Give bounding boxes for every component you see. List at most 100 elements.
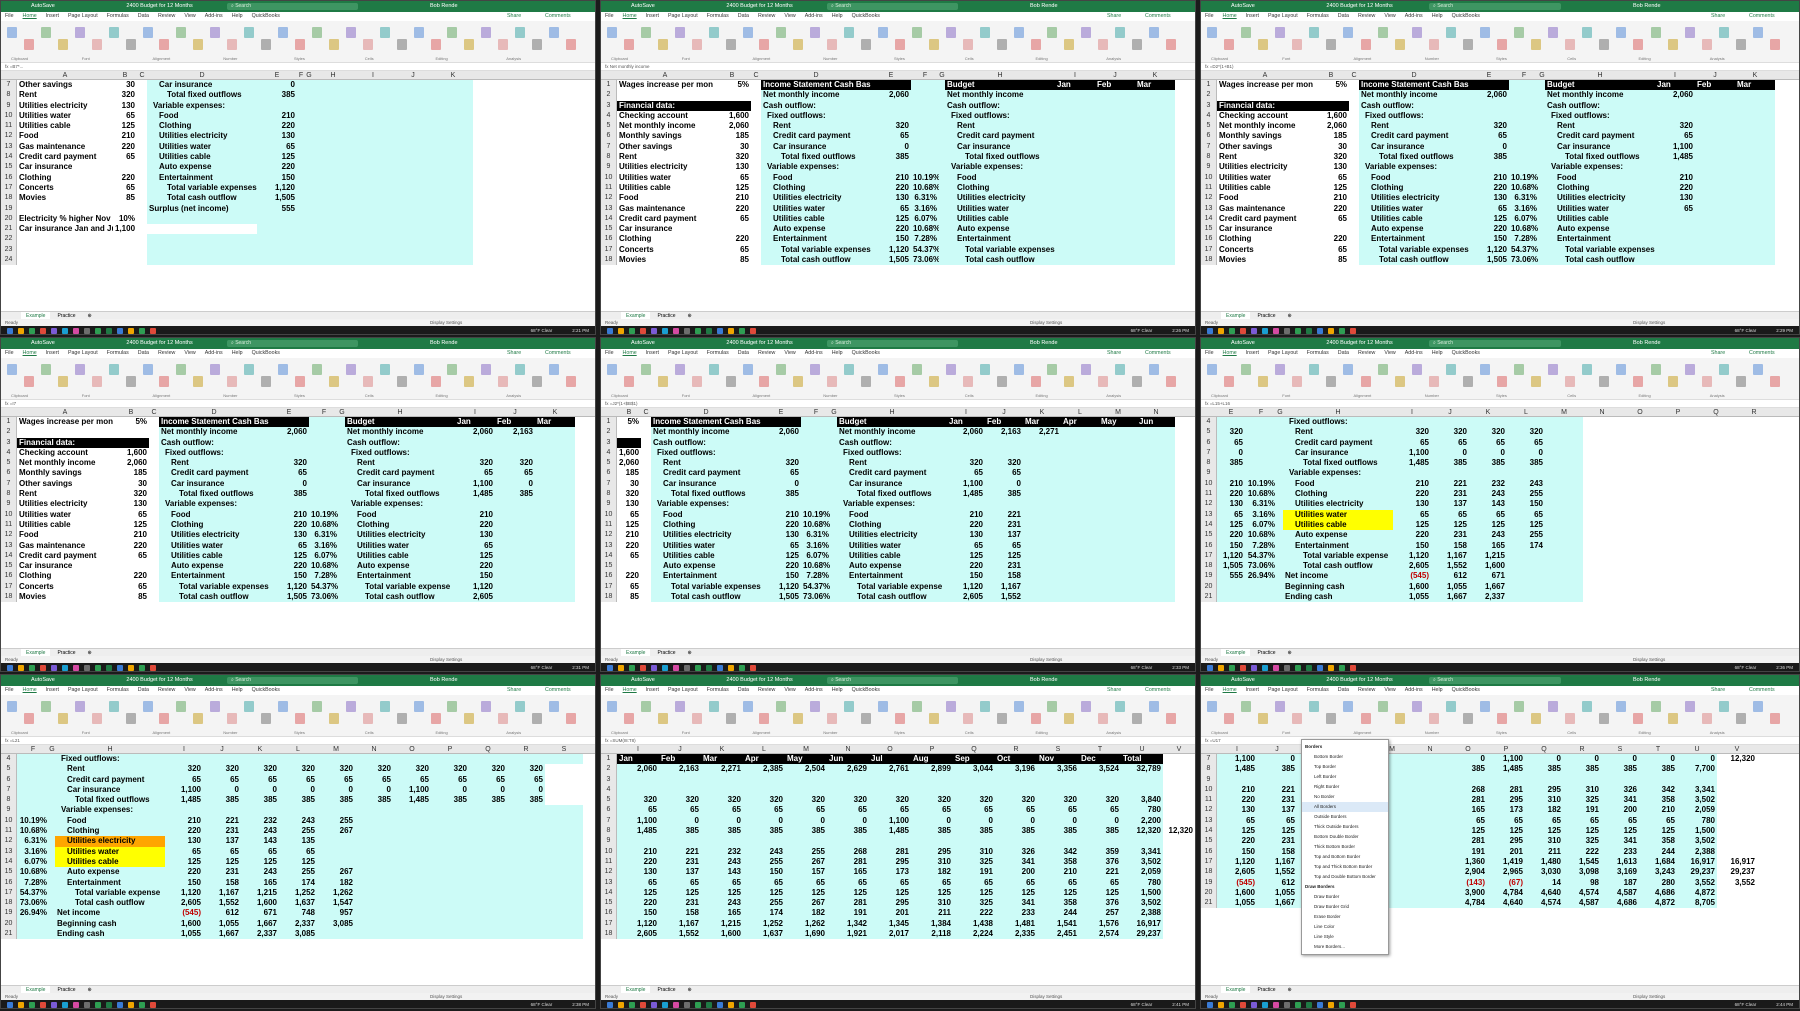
- ribbon-button-icon[interactable]: [125, 713, 136, 724]
- cell[interactable]: Total fixed outflows: [1359, 152, 1469, 163]
- taskbar-app-icon[interactable]: [128, 665, 134, 671]
- cell[interactable]: 1,485: [869, 826, 911, 837]
- cell[interactable]: [17, 234, 113, 244]
- cell[interactable]: Net income: [1283, 571, 1393, 582]
- cell[interactable]: 6.07%: [801, 550, 831, 562]
- row-number[interactable]: 4: [1, 754, 17, 765]
- cell[interactable]: Cash outflow:: [1359, 100, 1469, 111]
- cell[interactable]: 30: [617, 479, 641, 489]
- cell[interactable]: [433, 110, 473, 122]
- cell[interactable]: 8,705: [1677, 898, 1717, 909]
- cell[interactable]: [751, 183, 761, 193]
- cell[interactable]: Total cash outflow: [945, 255, 1055, 266]
- column-header[interactable]: F: [17, 745, 49, 754]
- row-number[interactable]: 14: [601, 887, 617, 899]
- column-header[interactable]: F: [1245, 408, 1277, 417]
- display-settings[interactable]: Display Settings: [1030, 993, 1062, 1000]
- cell[interactable]: [1431, 468, 1469, 479]
- cell[interactable]: 385: [1257, 764, 1297, 775]
- ribbon-tab-view[interactable]: View: [184, 687, 195, 693]
- ribbon-button-icon[interactable]: [413, 701, 424, 712]
- cell[interactable]: 1,541: [1037, 918, 1079, 930]
- cell[interactable]: 130: [1393, 499, 1431, 510]
- cell[interactable]: [545, 826, 583, 837]
- cell[interactable]: 295: [1487, 795, 1525, 806]
- cell[interactable]: 65: [617, 805, 659, 816]
- ribbon-button-icon[interactable]: [210, 701, 221, 712]
- ribbon-button-icon[interactable]: [1445, 701, 1456, 712]
- cell[interactable]: Utilities electricity: [17, 499, 113, 509]
- autosave-label[interactable]: AutoSave: [631, 3, 656, 9]
- cell[interactable]: 65: [1469, 509, 1507, 520]
- cell[interactable]: 957: [317, 908, 355, 919]
- cell[interactable]: 150: [761, 571, 801, 582]
- cell[interactable]: [393, 110, 433, 122]
- row-number[interactable]: 20: [1201, 581, 1217, 593]
- cell[interactable]: 358: [1639, 836, 1677, 847]
- cell[interactable]: 150: [1217, 540, 1245, 551]
- cell[interactable]: 1,100: [947, 478, 985, 490]
- cell[interactable]: 65: [713, 245, 751, 255]
- cell[interactable]: [1717, 836, 1757, 846]
- cell[interactable]: [1095, 131, 1135, 142]
- cell[interactable]: 191: [1449, 846, 1487, 857]
- ribbon-tab-review[interactable]: Review: [158, 13, 175, 19]
- taskbar-app-icon[interactable]: [651, 665, 657, 671]
- ribbon-button-icon[interactable]: [430, 39, 441, 50]
- column-header[interactable]: F: [801, 408, 831, 417]
- column-header[interactable]: F: [911, 71, 939, 80]
- ribbon-button-icon[interactable]: [1479, 701, 1490, 712]
- cell[interactable]: 255: [785, 846, 827, 857]
- cell[interactable]: Fixed outflows:: [159, 447, 269, 459]
- cell[interactable]: [355, 867, 393, 878]
- cell[interactable]: [1135, 100, 1175, 111]
- cell[interactable]: 1,384: [911, 918, 953, 930]
- cell[interactable]: 385: [985, 489, 1023, 500]
- row-number[interactable]: 4: [1, 447, 17, 459]
- cell[interactable]: 201: [869, 908, 911, 919]
- cell[interactable]: Jun: [1137, 417, 1175, 428]
- column-header[interactable]: K: [1469, 408, 1507, 417]
- cell[interactable]: 2,761: [869, 764, 911, 775]
- cell[interactable]: Net income: [55, 908, 165, 919]
- cell[interactable]: [1055, 121, 1095, 132]
- cell[interactable]: 210: [1217, 784, 1257, 796]
- cell[interactable]: [911, 110, 939, 122]
- cell[interactable]: 1,055: [1217, 898, 1257, 909]
- cell[interactable]: [353, 141, 393, 153]
- ribbon-button-icon[interactable]: [1565, 39, 1576, 50]
- cell[interactable]: 1,485: [947, 489, 985, 500]
- row-number[interactable]: 22: [1, 234, 17, 245]
- row-number[interactable]: 12: [1, 836, 17, 847]
- cell[interactable]: [1099, 571, 1137, 582]
- cell[interactable]: [1095, 110, 1135, 122]
- ribbon-tab-insert[interactable]: Insert: [46, 13, 59, 19]
- cell[interactable]: [309, 499, 339, 510]
- row-number[interactable]: 9: [1201, 162, 1217, 173]
- cell[interactable]: [947, 499, 985, 510]
- cell[interactable]: 10.19%: [1245, 478, 1277, 490]
- cell[interactable]: Credit card payment: [345, 468, 455, 479]
- cell[interactable]: [305, 203, 313, 214]
- cell[interactable]: Concerts: [1217, 245, 1313, 255]
- cell[interactable]: [1735, 234, 1775, 245]
- draw-border-option[interactable]: Draw Border Grid: [1302, 902, 1388, 912]
- cell[interactable]: 125: [269, 550, 309, 562]
- cell[interactable]: [761, 437, 801, 448]
- cell[interactable]: [947, 437, 985, 448]
- taskbar-app-icon[interactable]: [62, 665, 68, 671]
- row-number[interactable]: 8: [601, 152, 617, 163]
- cell[interactable]: Auto expense: [147, 162, 257, 173]
- cell[interactable]: 4,784: [1487, 887, 1525, 899]
- column-header[interactable]: D: [159, 408, 269, 417]
- cell[interactable]: 3,341: [1677, 784, 1717, 796]
- cell[interactable]: [1349, 193, 1359, 203]
- ribbon-button-icon[interactable]: [23, 713, 34, 724]
- ribbon-button-icon[interactable]: [1752, 364, 1763, 375]
- ribbon-button-icon[interactable]: [549, 27, 560, 38]
- cell[interactable]: [147, 255, 257, 266]
- row-number[interactable]: 14: [1, 550, 17, 562]
- row-number[interactable]: 8: [1, 795, 17, 806]
- column-header[interactable]: I: [165, 745, 203, 754]
- cell[interactable]: Mar: [701, 754, 743, 765]
